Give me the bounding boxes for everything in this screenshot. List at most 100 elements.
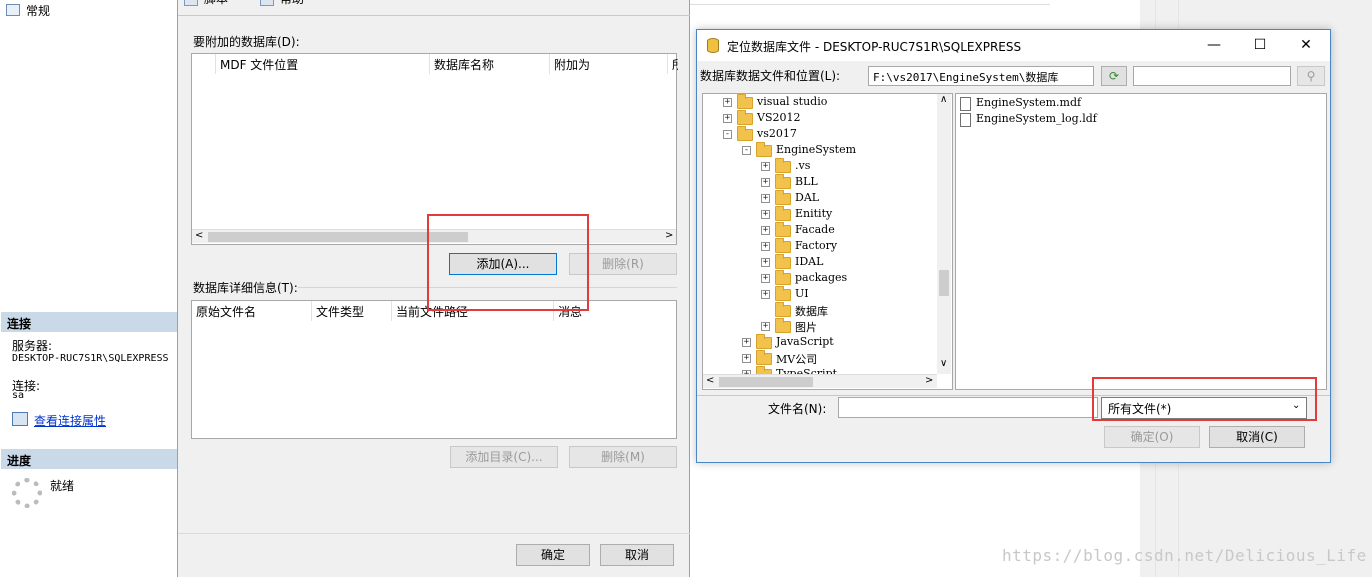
minimize-button[interactable]: — xyxy=(1191,30,1237,61)
tree-vertical-scrollbar[interactable]: ∧ ∨ xyxy=(937,94,951,374)
folder-icon xyxy=(756,142,772,157)
column-header-original-filename[interactable]: 原始文件名 xyxy=(192,301,312,321)
search-icon: ⚲ xyxy=(1306,69,1316,83)
expand-icon[interactable]: + xyxy=(761,242,770,251)
connection-value: sa xyxy=(12,390,25,401)
progress-header: 进度 xyxy=(1,449,177,469)
tree-scroll-left-icon[interactable]: < xyxy=(706,375,714,386)
search-field[interactable] xyxy=(1133,66,1291,86)
scroll-up-arrow-icon[interactable]: ∧ xyxy=(940,94,947,105)
expand-icon[interactable]: + xyxy=(761,258,770,267)
tree-item-label: MV公司 xyxy=(776,353,818,366)
folder-icon xyxy=(775,254,791,269)
file-icon xyxy=(960,97,971,111)
folder-icon xyxy=(775,174,791,189)
folder-icon xyxy=(775,270,791,285)
tree-item-label: JavaScript xyxy=(776,335,834,348)
expand-icon[interactable]: + xyxy=(761,162,770,171)
tree-hscroll-thumb[interactable] xyxy=(719,377,813,387)
folder-icon xyxy=(775,318,791,333)
connection-header: 连接 xyxy=(1,312,177,332)
path-label: 数据库数据文件和位置(L): xyxy=(700,69,841,83)
column-header-owner[interactable]: 所 xyxy=(668,54,678,74)
general-page-label: 常规 xyxy=(26,4,51,18)
script-button[interactable]: 脚本 xyxy=(204,0,228,7)
highlight-box-filter xyxy=(1092,377,1317,421)
folder-icon xyxy=(775,286,791,301)
progress-spinner-icon xyxy=(12,478,42,508)
column-header-mdf-location[interactable]: MDF 文件位置 xyxy=(216,54,430,74)
tree-item-label: packages xyxy=(795,271,848,284)
locate-cancel-button[interactable]: 取消(C) xyxy=(1209,426,1305,448)
tree-scroll-thumb[interactable] xyxy=(939,270,949,296)
server-label: 服务器: xyxy=(12,339,53,353)
folder-tree[interactable]: + visual studio + VS2012- vs2017- EngineSyste… xyxy=(702,93,953,390)
tree-item-label: 数据库 xyxy=(795,305,828,318)
expand-icon[interactable]: + xyxy=(761,226,770,235)
view-connection-properties-link[interactable]: 查看连接属性 xyxy=(34,412,106,429)
add-catalog-button[interactable]: 添加目录(C)... xyxy=(450,446,558,468)
column-header-attach-as[interactable]: 附加为 xyxy=(550,54,668,74)
folder-icon xyxy=(737,110,753,125)
help-icon xyxy=(260,0,274,6)
tree-item-label: BLL xyxy=(795,175,818,188)
column-header-database-name[interactable]: 数据库名称 xyxy=(430,54,550,74)
close-button[interactable]: ✕ xyxy=(1283,30,1329,61)
search-button[interactable]: ⚲ xyxy=(1297,66,1325,86)
collapse-icon[interactable]: - xyxy=(723,130,732,139)
remove-details-button[interactable]: 删除(M) xyxy=(569,446,677,468)
folder-icon xyxy=(756,350,772,365)
help-button[interactable]: 帮助 xyxy=(280,0,304,7)
highlight-box-add xyxy=(427,214,589,311)
expand-icon[interactable]: + xyxy=(761,210,770,219)
tree-scroll-right-icon[interactable]: > xyxy=(925,375,933,386)
tree-item-label: IDAL xyxy=(795,255,824,268)
tree-item-label: Enitity xyxy=(795,207,833,220)
expand-icon[interactable]: + xyxy=(761,290,770,299)
expand-icon[interactable]: + xyxy=(761,274,770,283)
expand-icon[interactable]: + xyxy=(761,178,770,187)
file-name: EngineSystem.mdf xyxy=(976,96,1082,109)
expand-icon[interactable]: + xyxy=(761,322,770,331)
ok-button[interactable]: 确定 xyxy=(516,544,590,566)
scroll-right-arrow-icon[interactable]: > xyxy=(665,230,673,241)
folder-icon xyxy=(775,222,791,237)
tree-horizontal-scrollbar[interactable]: < > xyxy=(703,374,937,388)
page-selector-pane: 常规 连接 服务器: DESKTOP-RUC7S1R\SQLEXPRESS 连接… xyxy=(0,0,178,577)
dialog-title: 定位数据库文件 - DESKTOP-RUC7S1R\SQLEXPRESS xyxy=(727,40,1022,54)
properties-page-icon xyxy=(6,4,20,16)
toolbar-divider xyxy=(178,15,690,16)
tree-item-label: UI xyxy=(795,287,809,300)
expand-icon[interactable]: + xyxy=(742,354,751,363)
file-list[interactable]: EngineSystem.mdf EngineSystem_log.ldf xyxy=(955,93,1327,390)
database-details-list[interactable]: 原始文件名 文件类型 当前文件路径 消息 xyxy=(191,300,677,439)
locate-ok-button[interactable]: 确定(O) xyxy=(1104,426,1200,448)
column-header-file-type[interactable]: 文件类型 xyxy=(312,301,392,321)
expand-icon[interactable]: + xyxy=(742,338,751,347)
tree-item-label: vs2017 xyxy=(757,127,797,140)
collapse-icon[interactable]: - xyxy=(742,146,751,155)
expand-icon[interactable]: + xyxy=(723,114,732,123)
cancel-button[interactable]: 取消 xyxy=(600,544,674,566)
expand-icon[interactable]: + xyxy=(723,98,732,107)
folder-icon xyxy=(756,334,772,349)
refresh-icon: ⟳ xyxy=(1108,69,1120,83)
watermark: https://blog.csdn.net/Delicious_Life xyxy=(1002,546,1367,565)
filename-field[interactable] xyxy=(838,397,1098,418)
row-selector-column xyxy=(192,54,216,74)
title-bar[interactable]: 定位数据库文件 - DESKTOP-RUC7S1R\SQLEXPRESS — ☐… xyxy=(697,30,1330,61)
maximize-button[interactable]: ☐ xyxy=(1237,30,1283,61)
connection-properties-icon xyxy=(12,412,28,426)
tree-item-label: VS2012 xyxy=(757,111,801,124)
database-details-label: 数据库详细信息(T): xyxy=(193,281,298,295)
refresh-button[interactable]: ⟳ xyxy=(1101,66,1127,86)
scroll-down-arrow-icon[interactable]: ∨ xyxy=(940,358,947,369)
tree-item-label: DAL xyxy=(795,191,820,204)
folder-icon xyxy=(775,206,791,221)
scroll-left-arrow-icon[interactable]: < xyxy=(195,230,203,241)
expand-icon[interactable]: + xyxy=(761,194,770,203)
script-icon xyxy=(184,0,198,6)
tree-item-label: Facade xyxy=(795,223,835,236)
database-icon xyxy=(707,38,719,53)
path-field[interactable]: F:\vs2017\EngineSystem\数据库 xyxy=(868,66,1094,86)
